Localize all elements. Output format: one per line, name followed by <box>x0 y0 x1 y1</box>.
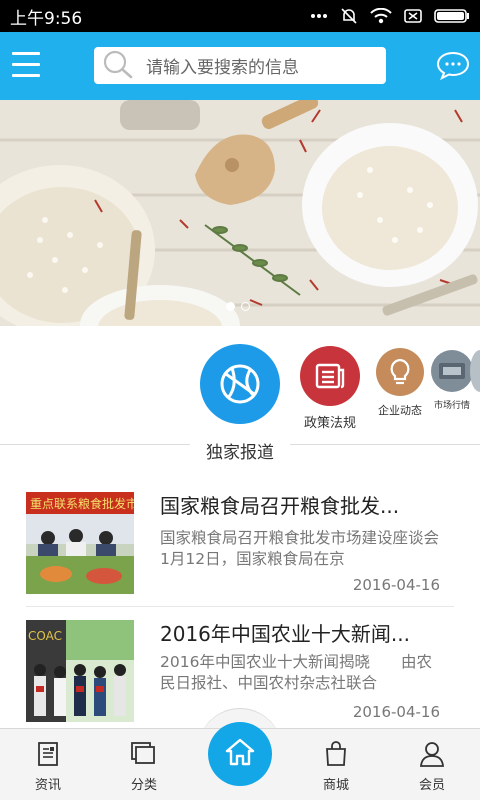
divider-left <box>0 444 190 445</box>
category-label: 政策法规 <box>303 416 356 431</box>
news-item[interactable]: 重点联系粮食批发市 国家粮食局召开粮食批发... 国家粮食局召开粮食批发市场建设… <box>0 470 480 606</box>
tab-label: 分类 <box>130 778 157 793</box>
category-policy[interactable]: 政策法规 <box>296 346 364 431</box>
category-carousel: 独家报道 政策法规 企业动态 市场行情 <box>0 326 480 463</box>
status-time: 上午9:56 <box>10 8 83 29</box>
category-enterprise[interactable]: 企业动态 <box>374 348 426 418</box>
category-label: 企业动态 <box>378 404 422 417</box>
basketball-icon <box>200 344 280 424</box>
tab-mall[interactable]: 商城 <box>288 729 384 801</box>
status-icons <box>310 7 470 25</box>
home-button[interactable] <box>208 722 272 786</box>
carousel-dot-active[interactable] <box>226 302 235 311</box>
news-summary: 国家粮食局召开粮食批发市场建设座谈会 1月12日，国家粮食局在京 <box>160 529 445 568</box>
tab-news[interactable]: 资讯 <box>0 729 96 801</box>
menu-button[interactable] <box>12 52 42 78</box>
mute-bell-icon <box>340 7 358 25</box>
tab-member[interactable]: 会员 <box>384 729 480 801</box>
news-title: 国家粮食局召开粮食批发... <box>160 494 400 518</box>
divider-right <box>290 444 480 445</box>
news-summary: 2016年中国农业十大新闻揭晓 由农民日报社、中国农村杂志社联合 <box>160 653 432 692</box>
message-button[interactable] <box>436 50 470 81</box>
banner-carousel[interactable] <box>0 100 480 326</box>
thumbnail-banner-text: 重点联系粮食批发市 <box>30 496 134 511</box>
search-icon <box>102 49 134 83</box>
document-icon <box>36 741 60 771</box>
carousel-dot[interactable] <box>241 302 250 311</box>
market-photo-icon <box>431 350 473 392</box>
category-market[interactable]: 市场行情 <box>428 350 476 411</box>
tab-category[interactable]: 分类 <box>96 729 192 801</box>
home-icon <box>224 737 256 771</box>
tab-label: 商城 <box>322 778 349 793</box>
stack-icon <box>130 741 158 771</box>
status-bar: 上午9:56 <box>0 0 480 32</box>
more-dots-icon <box>310 13 328 19</box>
news-thumbnail: 重点联系粮食批发市 <box>26 492 134 594</box>
user-icon <box>419 741 445 771</box>
chat-bubble-icon <box>436 51 470 84</box>
news-date: 2016-04-16 <box>352 576 440 594</box>
newspaper-icon <box>300 346 360 406</box>
search-box[interactable]: 请输入要搜索的信息 <box>94 47 386 84</box>
tab-label: 资讯 <box>34 778 61 793</box>
no-sim-icon <box>404 8 422 24</box>
search-placeholder: 请输入要搜索的信息 <box>146 58 299 78</box>
news-thumbnail: COAC <box>26 620 134 722</box>
category-label: 市场行情 <box>433 401 470 411</box>
news-date: 2016-04-16 <box>352 703 440 721</box>
shopping-bag-icon <box>324 741 348 771</box>
tab-label: 会员 <box>418 778 445 793</box>
thumbnail-banner-text: COAC <box>28 629 62 643</box>
wifi-icon <box>370 8 392 24</box>
carousel-indicator <box>226 302 250 311</box>
category-exclusive[interactable]: 独家报道 <box>196 344 284 463</box>
battery-icon <box>434 8 470 24</box>
lightbulb-icon <box>376 348 424 396</box>
news-title: 2016年中国农业十大新闻... <box>160 622 410 646</box>
app-header: 请输入要搜索的信息 <box>0 32 480 100</box>
category-label: 独家报道 <box>206 443 274 463</box>
banner-image <box>0 100 480 326</box>
